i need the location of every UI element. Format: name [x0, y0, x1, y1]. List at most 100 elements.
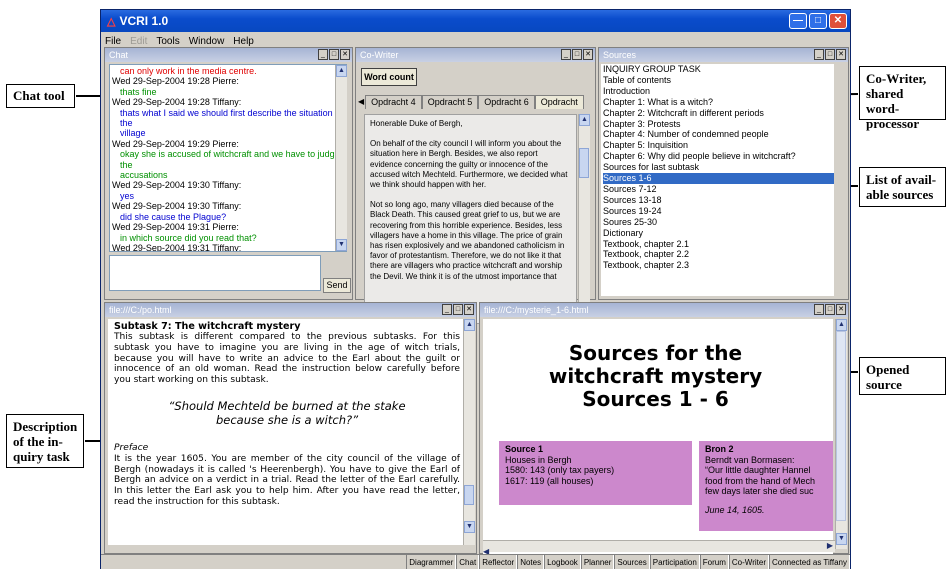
scroll-thumb[interactable]: [579, 148, 589, 178]
subtask-heading: Subtask 7: The witchcraft mystery: [114, 321, 301, 332]
chat-log[interactable]: can only work in the media centre. Wed 29…: [109, 64, 347, 252]
source-1-line: 1580: 143 (only tax payers): [505, 465, 615, 475]
description-minimize-button[interactable]: _: [442, 304, 452, 315]
tab-opdracht-6[interactable]: Opdracht 6: [478, 95, 535, 109]
scroll-up-icon[interactable]: ▲: [579, 114, 590, 126]
menu-tools[interactable]: Tools: [156, 36, 179, 47]
source-page-maximize-button[interactable]: □: [825, 304, 835, 315]
description-close-button[interactable]: ✕: [464, 304, 474, 315]
cowriter-minimize-button[interactable]: _: [561, 49, 571, 60]
taskbar-logbook[interactable]: Logbook: [544, 555, 581, 569]
scroll-down-icon[interactable]: ▼: [336, 239, 347, 251]
sources-maximize-button[interactable]: □: [825, 49, 835, 60]
scroll-thumb[interactable]: [464, 485, 474, 505]
cowriter-title: Co-Writer: [360, 50, 399, 60]
menu-file[interactable]: File: [105, 36, 121, 47]
sources-list-item[interactable]: Textbook, chapter 2.2: [603, 249, 834, 260]
source-2-line: “Our little daughter Hannel: [705, 465, 811, 475]
chat-scrollbar[interactable]: ▲ ▼: [335, 65, 347, 251]
sources-list-item[interactable]: Chapter 3: Protests: [603, 119, 834, 130]
sources-list-item[interactable]: Sources 7-12: [603, 184, 834, 195]
taskbar-forum[interactable]: Forum: [699, 555, 729, 569]
taskbar-reflector[interactable]: Reflector: [479, 555, 518, 569]
figure: Chat tool Description of the in- quiry t…: [0, 0, 952, 569]
menu-edit[interactable]: Edit: [130, 36, 147, 47]
sources-list-item[interactable]: Textbook, chapter 2.1: [603, 239, 834, 250]
chat-message: thats what I said we should first descri…: [120, 107, 343, 129]
chat-message: yes: [120, 190, 135, 201]
source-page-hscrollbar[interactable]: ◀ ▶: [483, 540, 835, 556]
menu-window[interactable]: Window: [189, 36, 225, 47]
tab-opdracht-active[interactable]: Opdracht: [534, 95, 584, 109]
scroll-down-icon[interactable]: ▼: [464, 521, 475, 533]
sources-list-item[interactable]: Introduction: [603, 86, 834, 97]
chat-title: Chat: [109, 50, 129, 60]
letter-paragraph: On behalf of the city council I will inf…: [370, 139, 568, 190]
sources-list-item[interactable]: Textbook, chapter 2.3: [603, 260, 834, 271]
sources-list-item[interactable]: Soures 25-30: [603, 217, 834, 228]
subtask-intro: This subtask is different compared to th…: [114, 332, 460, 386]
cowriter-scrollbar[interactable]: ▲ ▼: [578, 114, 590, 324]
scroll-thumb[interactable]: [836, 331, 846, 521]
sources-list-item[interactable]: Chapter 2: Witchcraft in different perio…: [603, 108, 834, 119]
chat-timestamp: Wed 29-Sep-2004 19:29 Pierre:: [112, 138, 239, 149]
sources-list-item[interactable]: Dictionary: [603, 228, 834, 239]
sources-list-item[interactable]: INQUIRY GROUP TASK: [603, 64, 834, 75]
chat-minimize-button[interactable]: _: [318, 49, 328, 60]
chat-close-button[interactable]: ✕: [340, 49, 350, 60]
taskbar-cowriter[interactable]: Co-Writer: [728, 555, 769, 569]
description-titlebar: file:///C:/po.html _ □ ✕: [105, 303, 476, 317]
word-count-button[interactable]: Word count: [361, 68, 417, 86]
send-button[interactable]: Send: [323, 278, 351, 293]
source-page-scrollbar[interactable]: ▲ ▼: [835, 319, 847, 549]
chat-message: accusations: [120, 170, 168, 181]
connection-status: Connected as Tiffany: [768, 555, 850, 569]
sources-list-item[interactable]: Sources for last subtask: [603, 162, 834, 173]
menu-help[interactable]: Help: [233, 36, 254, 47]
taskbar-sources[interactable]: Sources: [614, 555, 650, 569]
tab-opdracht-4[interactable]: Opdracht 4: [365, 95, 422, 109]
taskbar-planner[interactable]: Planner: [580, 555, 615, 569]
sources-list-item[interactable]: Chapter 5: Inquisition: [603, 140, 834, 151]
source-page-minimize-button[interactable]: _: [814, 304, 824, 315]
taskbar-notes[interactable]: Notes: [517, 555, 545, 569]
chat-timestamp: Wed 29-Sep-2004 19:30 Tiffany:: [112, 180, 242, 191]
chat-input[interactable]: [109, 255, 321, 291]
source-page-heading: Sources for the witchcraft mystery Sourc…: [483, 342, 828, 411]
sources-minimize-button[interactable]: _: [814, 49, 824, 60]
sources-list[interactable]: INQUIRY GROUP TASK Table of contents Intro…: [601, 64, 834, 296]
taskbar-participation[interactable]: Participation: [649, 555, 700, 569]
scroll-down-icon[interactable]: ▼: [836, 533, 847, 545]
heading-line-2: witchcraft mystery: [548, 364, 763, 388]
taskbar-chat[interactable]: Chat: [456, 555, 480, 569]
close-button[interactable]: ✕: [829, 13, 847, 29]
taskbar-diagrammer[interactable]: Diagrammer: [406, 555, 457, 569]
description-maximize-button[interactable]: □: [453, 304, 463, 315]
tab-opdracht-5[interactable]: Opdracht 5: [421, 95, 479, 109]
sources-close-button[interactable]: ✕: [836, 49, 846, 60]
cowriter-maximize-button[interactable]: □: [572, 49, 582, 60]
cowriter-close-button[interactable]: ✕: [583, 49, 593, 60]
cowriter-document[interactable]: Honerable Duke of Bergh, On behalf of th…: [364, 114, 577, 324]
sources-list-item[interactable]: Chapter 1: What is a witch?: [603, 97, 834, 108]
sources-list-item[interactable]: Chapter 4: Number of condemned people: [603, 129, 834, 140]
chat-titlebar: Chat _ □ ✕: [105, 48, 352, 62]
scroll-right-icon[interactable]: ▶: [827, 541, 833, 550]
source-page-close-button[interactable]: ✕: [836, 304, 846, 315]
app-window: △ VCRI 1.0 — □ ✕ File Edit Tools Window …: [100, 9, 851, 569]
tab-scroll-left-icon[interactable]: ◀: [358, 95, 365, 109]
chat-maximize-button[interactable]: □: [329, 49, 339, 60]
scroll-up-icon[interactable]: ▲: [464, 319, 475, 331]
sources-list-item[interactable]: Chapter 6: Why did people believe in wit…: [603, 151, 834, 162]
sources-list-item[interactable]: Sources 19-24: [603, 206, 834, 217]
minimize-button[interactable]: —: [789, 13, 807, 29]
maximize-button[interactable]: □: [809, 13, 827, 29]
description-scrollbar[interactable]: ▲ ▼: [463, 319, 475, 545]
sources-list-item[interactable]: Table of contents: [603, 75, 834, 86]
scroll-up-icon[interactable]: ▲: [336, 65, 347, 77]
source-1-box: Source 1 Houses in Bergh 1580: 143 (only…: [499, 441, 692, 505]
sources-list-item[interactable]: Sources 13-18: [603, 195, 834, 206]
scroll-up-icon[interactable]: ▲: [836, 319, 847, 331]
source-2-title: Bron 2: [705, 444, 734, 454]
sources-list-item[interactable]: Sources 1-6: [603, 173, 834, 184]
